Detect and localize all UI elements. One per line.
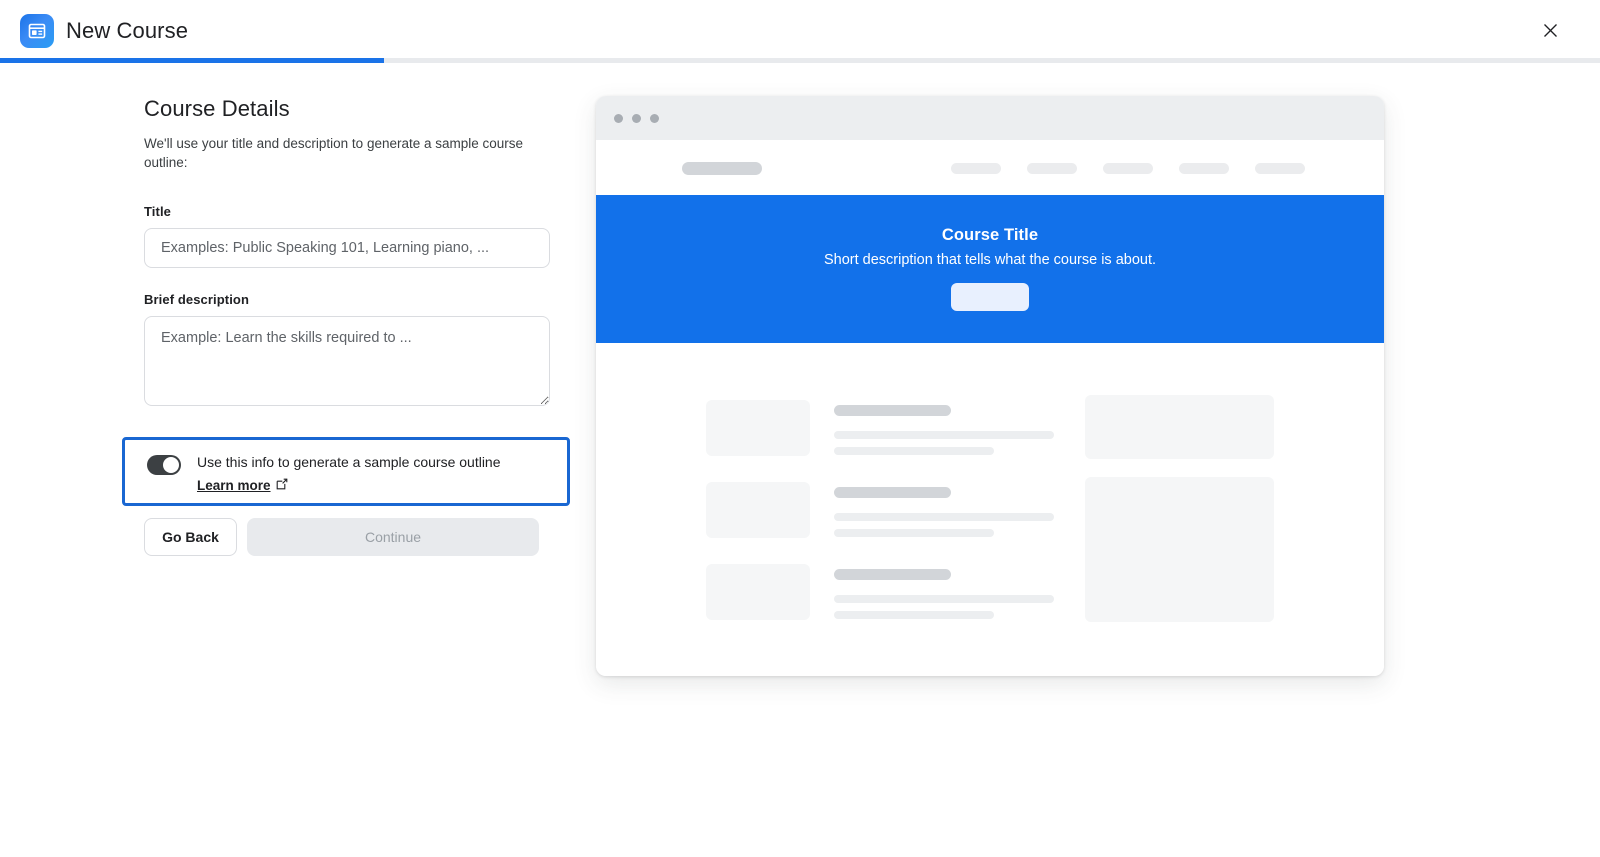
course-details-form: Course Details We'll use your title and … <box>144 96 556 406</box>
row-line-placeholder <box>834 447 994 455</box>
row-line-placeholder <box>834 595 1054 603</box>
row-line-placeholder <box>834 611 994 619</box>
form-heading: Course Details <box>144 96 290 121</box>
window-dot-maximize <box>650 113 659 123</box>
preview-side-block <box>1085 395 1274 459</box>
close-icon[interactable] <box>1538 18 1562 42</box>
window-dot-minimize <box>632 113 641 123</box>
preview-content-area <box>596 343 1384 676</box>
preview-nav-links <box>951 163 1305 174</box>
preview-hero: Course Title Short description that tell… <box>596 195 1384 343</box>
toggle-label: Use this info to generate a sample cours… <box>197 454 501 470</box>
description-textarea[interactable] <box>144 316 550 406</box>
site-preview-card: Course Title Short description that tell… <box>596 96 1384 676</box>
row-line-placeholder <box>834 513 1054 521</box>
row-heading-placeholder <box>834 487 951 498</box>
preview-nav-bar <box>596 140 1384 195</box>
external-link-icon <box>276 478 288 493</box>
title-field-label: Title <box>144 204 171 219</box>
form-subtext: We'll use your title and description to … <box>144 136 524 170</box>
preview-nav-link-5 <box>1255 163 1305 174</box>
progress-bar-fill <box>0 58 384 63</box>
preview-nav-link-2 <box>1027 163 1077 174</box>
learn-more-label: Learn more <box>197 478 271 493</box>
hero-cta-button-placeholder[interactable] <box>951 283 1029 311</box>
page-title: New Course <box>66 18 189 43</box>
row-line-placeholder <box>834 431 1054 439</box>
form-actions: Go Back Continue <box>144 518 539 556</box>
new-course-dialog: New Course Course Details We'll use your… <box>0 0 1600 857</box>
generate-outline-toggle-card[interactable]: Use this info to generate a sample cours… <box>122 437 570 506</box>
row-heading-placeholder <box>834 569 951 580</box>
progress-bar-track <box>0 58 1600 63</box>
preview-side-block <box>1085 477 1274 622</box>
title-input[interactable] <box>144 228 550 268</box>
continue-button[interactable]: Continue <box>247 518 539 556</box>
preview-nav-link-1 <box>951 163 1001 174</box>
row-line-placeholder <box>834 529 994 537</box>
hero-description: Short description that tells what the co… <box>823 252 1157 268</box>
window-dot-close <box>614 113 623 123</box>
generate-outline-toggle[interactable] <box>147 455 181 475</box>
description-field-label: Brief description <box>144 292 249 307</box>
preview-window-chrome <box>596 96 1384 140</box>
hero-title: Course Title <box>941 226 1039 244</box>
preview-nav-link-4 <box>1179 163 1229 174</box>
toggle-text-group: Use this info to generate a sample cours… <box>197 454 501 495</box>
row-thumbnail-placeholder <box>706 564 810 620</box>
row-heading-placeholder <box>834 405 951 416</box>
sites-page-icon <box>20 14 54 48</box>
toggle-knob <box>163 457 179 473</box>
row-thumbnail-placeholder <box>706 482 810 538</box>
row-thumbnail-placeholder <box>706 400 810 456</box>
go-back-button[interactable]: Go Back <box>144 518 237 556</box>
preview-logo-placeholder <box>682 162 762 175</box>
dialog-header: New Course <box>0 0 1600 60</box>
preview-nav-link-3 <box>1103 163 1153 174</box>
learn-more-link[interactable]: Learn more <box>197 478 288 493</box>
